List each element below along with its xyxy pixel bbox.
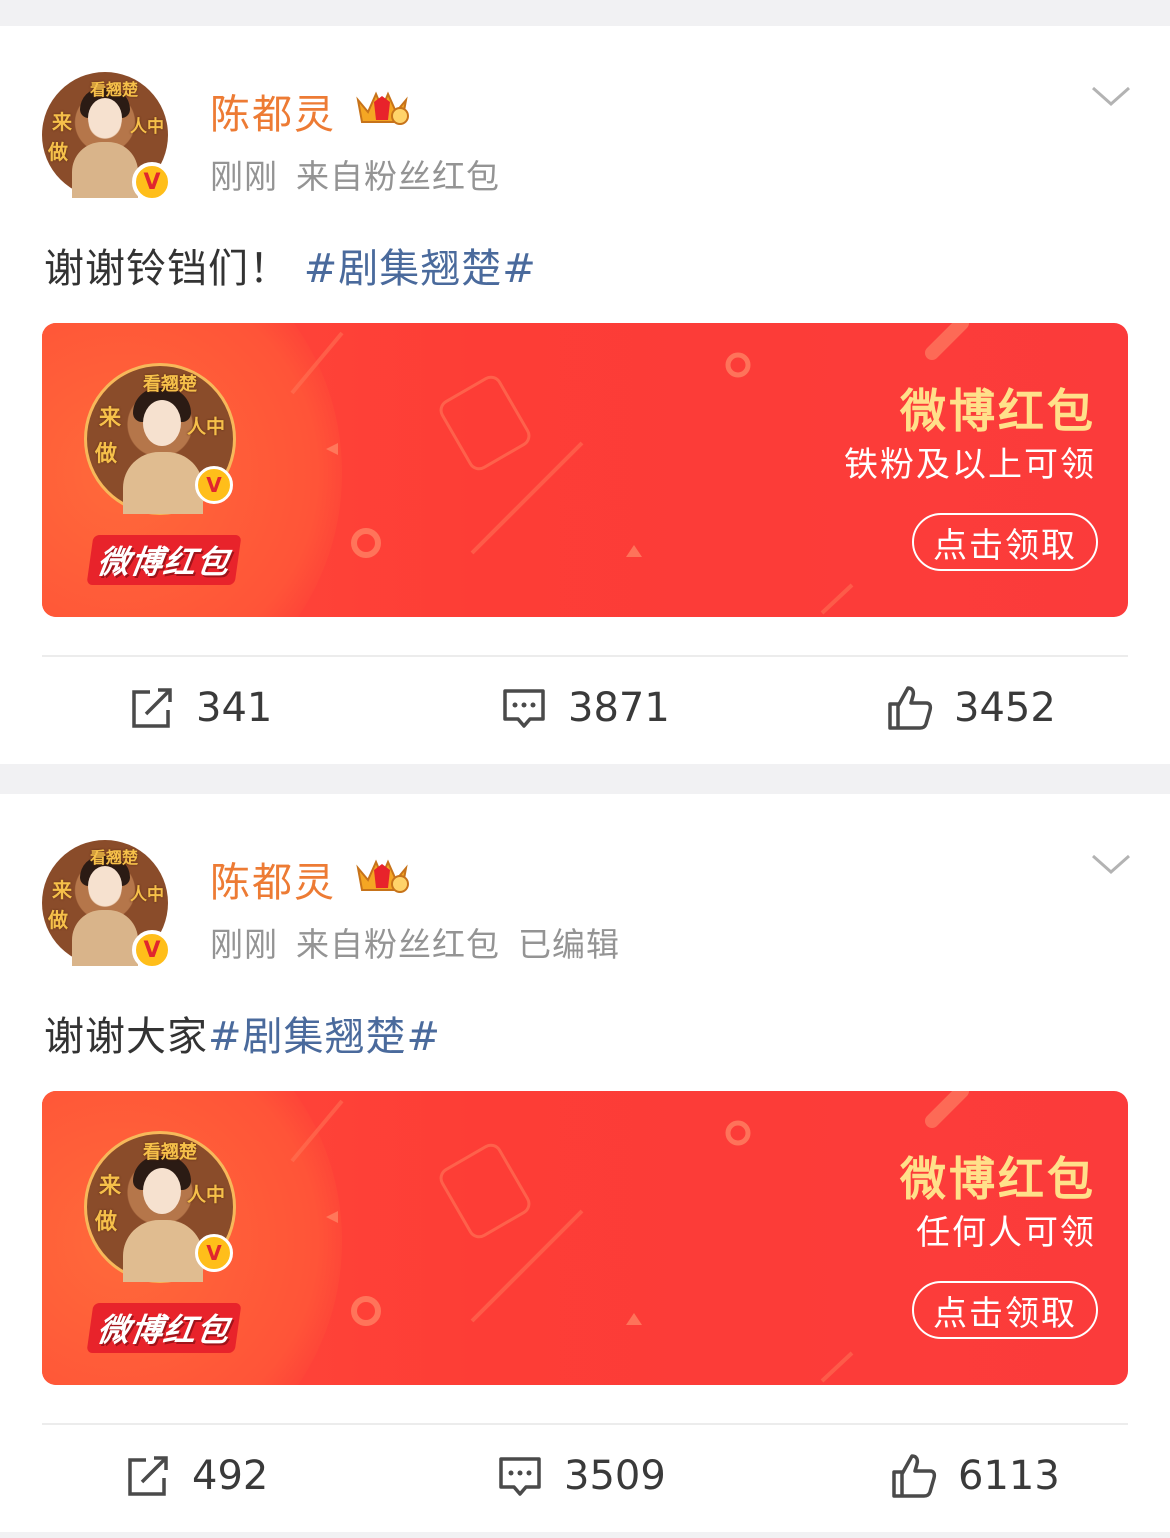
red-packet-card[interactable]: 来 看翘楚 做 人中 V 微博红包 微博红包 铁粉及以上可领 点击领取 <box>42 323 1128 617</box>
hashtag-link[interactable]: #剧集翘楚# <box>208 1014 441 1060</box>
avatar-face <box>143 1168 181 1214</box>
avatar-text: 看翘楚 <box>90 848 139 867</box>
avatar-text: 人中 <box>187 416 226 438</box>
comment-icon <box>499 1457 541 1496</box>
like-button[interactable]: 6113 <box>890 1444 1060 1508</box>
divider <box>42 655 1128 657</box>
avatar-text: 看翘楚 <box>143 374 197 395</box>
avatar-text: 做 <box>48 908 68 932</box>
post-gap <box>0 764 1170 794</box>
red-packet-avatar: 来 看翘楚 做 人中 V <box>84 1131 236 1283</box>
red-packet-brand: 微博红包 <box>86 1303 242 1353</box>
avatar-text: 来 <box>52 878 72 902</box>
post-source[interactable]: 来自粉丝红包 <box>296 925 500 964</box>
like-icon <box>888 686 933 730</box>
red-packet-title: 微博红包 <box>900 1152 1096 1206</box>
avatar-text: 做 <box>48 140 68 164</box>
chevron-down-icon[interactable] <box>1090 84 1132 110</box>
action-bar: 341 3871 3452 <box>0 676 1170 740</box>
avatar-face <box>143 400 181 446</box>
avatar-body <box>123 452 203 514</box>
verified-badge-icon: V <box>132 930 172 970</box>
post-text: 谢谢大家#剧集翘楚# <box>44 1004 441 1062</box>
post-text-body: 谢谢铃铛们！ <box>44 246 290 292</box>
post-text: 谢谢铃铛们！ #剧集翘楚# <box>44 236 537 294</box>
claim-button[interactable]: 点击领取 <box>912 1281 1098 1339</box>
crown-icon <box>356 859 409 893</box>
red-packet-brand: 微博红包 <box>86 535 242 585</box>
avatar-text: 来 <box>99 1174 122 1199</box>
avatar-face <box>88 866 122 906</box>
avatar-body <box>123 1220 203 1282</box>
post-text-body: 谢谢大家 <box>44 1014 208 1060</box>
comment-count: 3871 <box>568 685 670 731</box>
repost-icon <box>132 688 172 728</box>
top-separator <box>0 0 1170 26</box>
comment-count: 3509 <box>564 1453 666 1499</box>
like-count: 3452 <box>954 685 1056 731</box>
avatar-text: 做 <box>95 1210 118 1235</box>
red-packet-card[interactable]: 来 看翘楚 做 人中 V 微博红包 微博红包 任何人可领 点击领取 <box>42 1091 1128 1385</box>
comment-icon <box>503 689 545 728</box>
red-packet-subtitle: 任何人可领 <box>916 1213 1096 1253</box>
comment-button[interactable]: 3871 <box>500 676 670 740</box>
like-count: 6113 <box>958 1453 1060 1499</box>
avatar[interactable]: 来 看翘楚 做 人中 V <box>42 72 172 202</box>
avatar-text: 人中 <box>187 1184 226 1206</box>
feed-post: 来 看翘楚 做 人中 V 陈都灵 刚刚来自粉丝红包 谢谢铃铛们！ #剧集翘楚# <box>0 26 1170 764</box>
avatar-text: 来 <box>52 110 72 134</box>
post-meta: 刚刚 来自粉丝红包 <box>210 150 518 198</box>
avatar-text: 做 <box>95 442 118 467</box>
crown-icon <box>356 91 409 125</box>
avatar-text: 来 <box>99 406 122 431</box>
post-time: 刚刚 <box>210 925 278 964</box>
avatar-text: 看翘楚 <box>143 1142 197 1163</box>
like-button[interactable]: 3452 <box>886 676 1056 740</box>
avatar-body <box>72 910 138 966</box>
action-bar: 492 3509 6113 <box>0 1444 1170 1508</box>
red-packet-avatar: 来 看翘楚 做 人中 V <box>84 363 236 515</box>
repost-count: 492 <box>192 1453 269 1499</box>
repost-count: 341 <box>196 685 273 731</box>
username[interactable]: 陈都灵 <box>210 850 336 908</box>
avatar-body <box>72 142 138 198</box>
repost-icon <box>128 1456 168 1496</box>
username[interactable]: 陈都灵 <box>210 82 336 140</box>
verified-badge-icon: V <box>132 162 172 202</box>
feed-post: 来 看翘楚 做 人中 V 陈都灵 刚刚 来自粉丝红包 已编辑 谢谢大家#剧集翘楚# <box>0 794 1170 1532</box>
claim-button[interactable]: 点击领取 <box>912 513 1098 571</box>
repost-button[interactable]: 492 <box>124 1444 268 1508</box>
repost-button[interactable]: 341 <box>128 676 272 740</box>
like-icon <box>892 1454 937 1498</box>
avatar-face <box>88 98 122 138</box>
hashtag-link[interactable]: #剧集翘楚# <box>304 246 537 292</box>
red-packet-subtitle: 铁粉及以上可领 <box>844 445 1096 485</box>
edited-label[interactable]: 已编辑 <box>518 925 620 964</box>
red-packet-title: 微博红包 <box>900 384 1096 438</box>
comment-button[interactable]: 3509 <box>496 1444 666 1508</box>
post-time: 刚刚 <box>210 157 278 196</box>
divider <box>42 1423 1128 1425</box>
avatar-text: 人中 <box>130 117 164 137</box>
post-source[interactable]: 来自粉丝红包 <box>296 157 500 196</box>
avatar[interactable]: 来 看翘楚 做 人中 V <box>42 840 172 970</box>
avatar-text: 人中 <box>130 885 164 905</box>
chevron-down-icon[interactable] <box>1090 852 1132 878</box>
verified-badge-icon: V <box>195 1234 233 1272</box>
post-meta: 刚刚 来自粉丝红包 已编辑 <box>210 918 638 966</box>
avatar-text: 看翘楚 <box>90 80 139 99</box>
verified-badge-icon: V <box>195 466 233 504</box>
